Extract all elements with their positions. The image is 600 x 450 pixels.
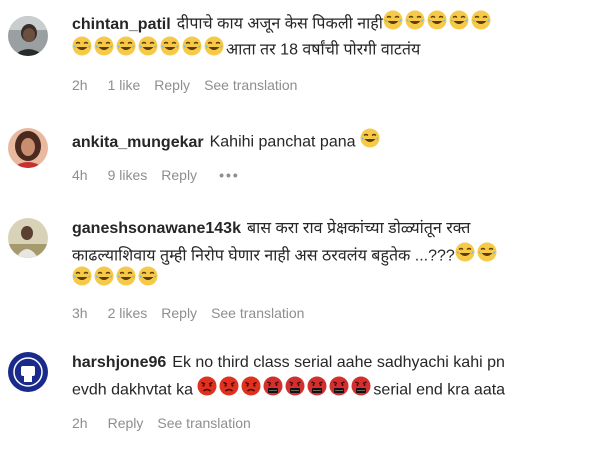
laughing-emoji-icon [138,266,158,295]
laughing-emoji-icon [94,266,114,295]
laughing-emoji-icon [360,128,380,157]
comment-meta: 2h Reply See translation [72,414,265,432]
like-count[interactable]: 9 likes [108,167,148,183]
timestamp: 2h [72,415,88,431]
comment-text-line: आता तर 18 वर्षांची पोरगी वाटतंय [72,36,420,65]
laughing-emoji-icon [449,10,469,39]
laughing-emoji-icon [405,10,425,39]
comment-text-line: ankita_mungekar Kahihi panchat pana [72,128,382,157]
laughing-emoji-icon [427,10,447,39]
laughing-emoji-icon [94,36,114,65]
timestamp: 4h [72,167,88,183]
timestamp: 2h [72,77,88,93]
comment-meta: 3h 2 likes Reply See translation [72,304,318,322]
like-count[interactable]: 1 like [108,77,141,93]
laughing-emoji-icon [116,266,136,295]
comment-meta: 4h 9 likes Reply ••• [72,166,254,184]
emoji-group [72,266,160,289]
username[interactable]: harshjone96 [72,354,166,371]
emoji-group [383,10,493,33]
see-translation-link[interactable]: See translation [204,77,297,93]
comment-text-line: ganeshsonawane143k बास करा राव प्रेक्षकां… [72,216,470,242]
username[interactable]: ganeshsonawane143k [72,220,241,237]
comment-text-line [72,266,160,295]
laughing-emoji-icon [182,36,202,65]
laughing-emoji-icon [116,36,136,65]
comment-text: दीपाचे काय अजून केस पिकली नाही [176,15,383,33]
cursing-emoji-icon [351,376,371,405]
emoji-group [360,128,382,151]
comment-text: आता तर 18 वर्षांची पोरगी वाटतंय [226,41,421,59]
more-options-icon[interactable]: ••• [219,167,240,183]
angry-emoji-icon [219,376,239,405]
cursing-emoji-icon [307,376,327,405]
username[interactable]: ankita_mungekar [72,134,204,151]
comment-4: harshjone96 Ek no third class serial aahe… [0,350,600,440]
laughing-emoji-icon [138,36,158,65]
cursing-emoji-icon [263,376,283,405]
angry-emoji-icon [241,376,261,405]
emoji-group [197,376,373,399]
username[interactable]: chintan_patil [72,16,171,33]
comment-3: ganeshsonawane143k बास करा राव प्रेक्षकां… [0,216,600,326]
comment-text-line: chintan_patil दीपाचे काय अजून केस पिकली न… [72,10,493,39]
timestamp: 3h [72,305,88,321]
emoji-group [72,36,226,59]
angry-emoji-icon [197,376,217,405]
avatar[interactable] [8,218,48,258]
comment-text: serial end kra aata [373,381,506,399]
comment-2: ankita_mungekar Kahihi panchat pana 4h 9 l… [0,126,600,190]
comment-text-line: harshjone96 Ek no third class serial aahe… [72,350,505,376]
laughing-emoji-icon [160,36,180,65]
laughing-emoji-icon [477,242,497,271]
emoji-group [455,242,499,265]
comment-text: evdh dakhvtat ka [72,381,193,399]
laughing-emoji-icon [455,242,475,271]
see-translation-link[interactable]: See translation [157,415,250,431]
comment-text: Kahihi panchat pana [209,133,356,151]
laughing-emoji-icon [204,36,224,65]
comment-meta: 2h 1 like Reply See translation [72,76,311,94]
like-count[interactable]: 2 likes [108,305,148,321]
avatar[interactable] [8,352,48,392]
reply-button[interactable]: Reply [154,77,190,93]
laughing-emoji-icon [471,10,491,39]
comment-text-line: evdh dakhvtat ka serial end kra aata [72,376,505,405]
cursing-emoji-icon [329,376,349,405]
see-translation-link[interactable]: See translation [211,305,304,321]
comment-text: बास करा राव प्रेक्षकांच्या डोळ्यांतून रक… [246,220,471,237]
comment-1: chintan_patil दीपाचे काय अजून केस पिकली न… [0,10,600,100]
avatar[interactable] [8,128,48,168]
reply-button[interactable]: Reply [108,415,144,431]
laughing-emoji-icon [72,36,92,65]
comment-text: काढल्याशिवाय तुम्ही निरोप घेणार नाही अस … [72,247,455,265]
avatar[interactable] [8,16,48,56]
cursing-emoji-icon [285,376,305,405]
laughing-emoji-icon [72,266,92,295]
reply-button[interactable]: Reply [161,305,197,321]
laughing-emoji-icon [383,10,403,39]
comment-text: Ek no third class serial aahe sadhyachi … [172,354,505,371]
reply-button[interactable]: Reply [161,167,197,183]
